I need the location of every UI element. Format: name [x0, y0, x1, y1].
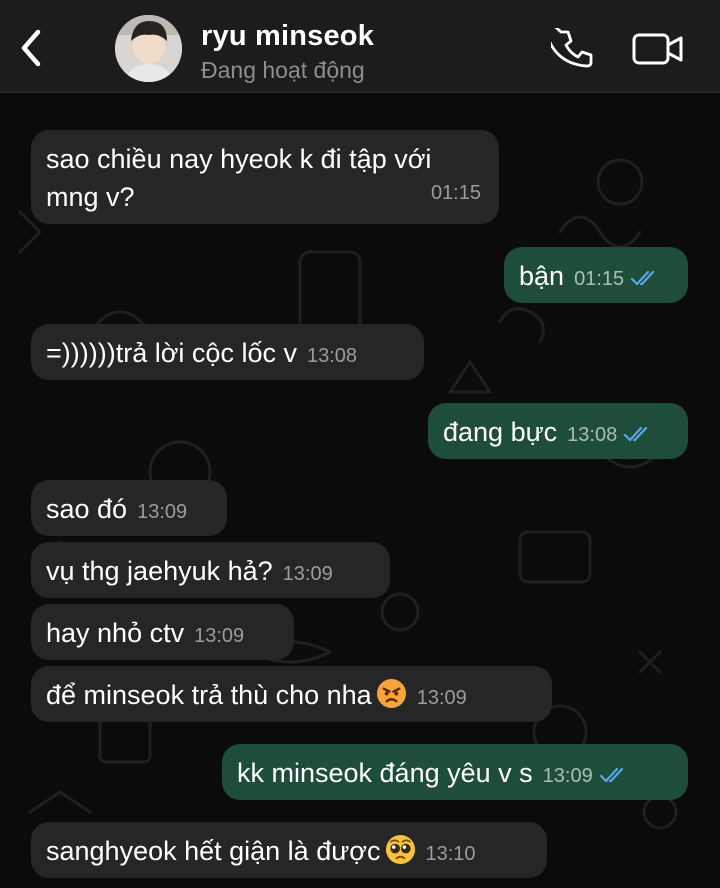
message-time: 13:08	[567, 424, 618, 446]
message-time: 13:10	[425, 843, 476, 865]
read-receipt-icon	[631, 270, 655, 286]
video-call-icon[interactable]	[632, 31, 684, 67]
incoming-message[interactable]: để minseok trả thù cho nha 13:09	[31, 666, 552, 722]
back-chevron-icon[interactable]	[14, 26, 48, 70]
incoming-message[interactable]: =))))))trả lời cộc lốc v 13:08	[31, 324, 424, 380]
message-text: đang bực	[443, 417, 558, 447]
message-text: sanghyeok hết giận là được	[46, 836, 381, 866]
avatar-image	[115, 15, 182, 82]
message-time: 13:09	[194, 625, 245, 647]
outgoing-message[interactable]: bận 01:15	[504, 247, 688, 303]
contact-name[interactable]: ryu minseok	[201, 20, 374, 53]
message-text: =))))))trả lời cộc lốc v	[46, 338, 297, 368]
message-time: 13:08	[306, 345, 358, 367]
message-text: để minseok trả thù cho nha	[46, 680, 372, 710]
angry-face-emoji-icon	[376, 678, 406, 709]
message-time: 13:09	[542, 765, 593, 787]
message-text-line2: mng v?	[46, 182, 135, 212]
message-time: 13:09	[137, 501, 188, 523]
message-text: hay nhỏ ctv	[46, 618, 185, 648]
incoming-message[interactable]: hay nhỏ ctv 13:09	[31, 604, 294, 660]
message-text: sao đó	[46, 494, 128, 524]
message-time: 01:15	[574, 268, 625, 290]
message-text: vụ thg jaehyuk hả?	[46, 556, 273, 586]
pleading-face-emoji-icon	[385, 834, 415, 865]
message-text: sao chiều nay hyeok k đi tập với	[46, 144, 432, 174]
incoming-message[interactable]: sanghyeok hết giận là được 13:10	[31, 822, 547, 878]
incoming-message[interactable]: sao đó 13:09	[31, 480, 227, 536]
phone-icon[interactable]	[551, 28, 593, 70]
message-text: bận	[519, 261, 565, 291]
incoming-message[interactable]: sao chiều nay hyeok k đi tập với mng v? …	[31, 130, 499, 224]
message-list[interactable]: sao chiều nay hyeok k đi tập với mng v? …	[0, 92, 720, 888]
avatar[interactable]	[115, 15, 182, 82]
incoming-message[interactable]: vụ thg jaehyuk hả? 13:09	[31, 542, 390, 598]
message-text: kk minseok đáng yêu v s	[237, 758, 533, 788]
outgoing-message[interactable]: đang bực 13:08	[428, 403, 688, 459]
chat-header: ryu minseok Đang hoạt động	[0, 0, 720, 93]
message-time: 01:15	[430, 182, 481, 204]
message-time: 13:09	[416, 687, 467, 709]
contact-status: Đang hoạt động	[201, 57, 365, 83]
read-receipt-icon	[599, 767, 623, 783]
outgoing-message[interactable]: kk minseok đáng yêu v s 13:09	[222, 744, 688, 800]
message-time: 13:09	[282, 563, 333, 585]
read-receipt-icon	[624, 426, 648, 442]
